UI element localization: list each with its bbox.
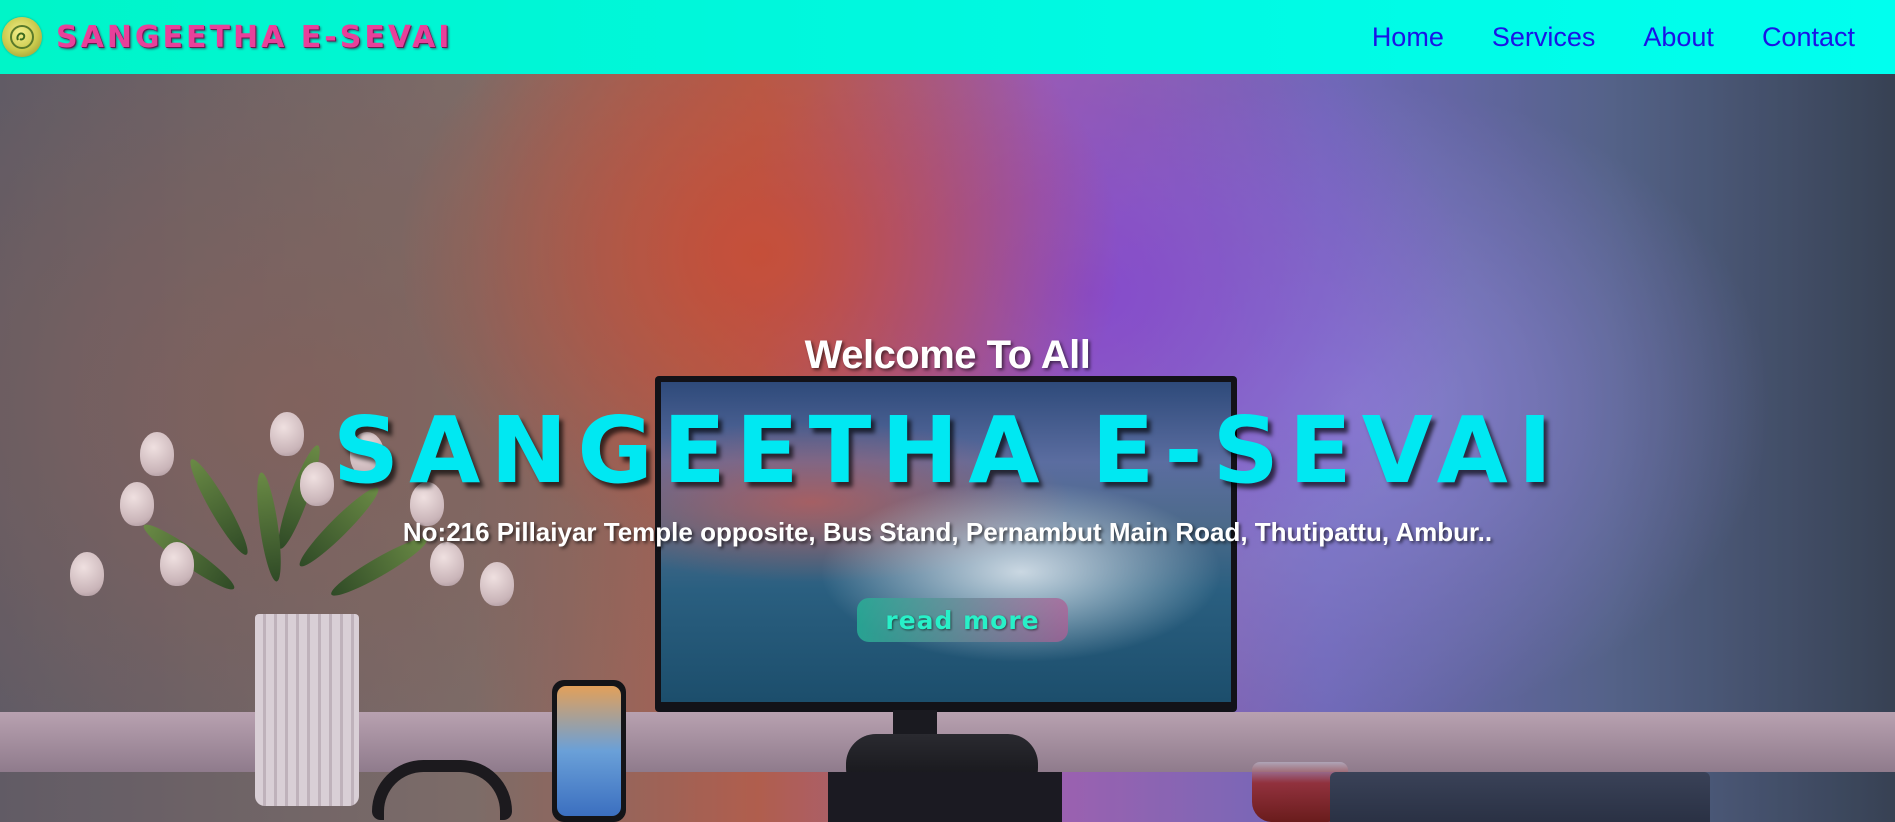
nav-link-contact[interactable]: Contact — [1762, 22, 1855, 53]
nav-link-home[interactable]: Home — [1372, 22, 1444, 53]
laptop — [1330, 772, 1710, 822]
nav-link-services[interactable]: Services — [1492, 22, 1596, 53]
vase — [255, 614, 359, 806]
brand-name: SANGEETHA E-SEVAI — [56, 19, 453, 55]
om-logo-icon — [2, 17, 42, 57]
navbar: SANGEETHA E-SEVAI Home Services About Co… — [0, 0, 1895, 74]
nav-links: Home Services About Contact — [1324, 0, 1855, 74]
read-more-button[interactable]: read more — [857, 598, 1068, 642]
nav-link-about[interactable]: About — [1643, 22, 1714, 53]
headphones — [372, 760, 512, 820]
monitor-stand-base — [828, 772, 1062, 822]
welcome-heading: Welcome To All — [804, 333, 1091, 377]
address-text: No:216 Pillaiyar Temple opposite, Bus St… — [402, 517, 1493, 547]
brand[interactable]: SANGEETHA E-SEVAI — [2, 17, 452, 57]
hero-title: SANGEETHA E-SEVAI — [332, 397, 1563, 504]
smartphone — [552, 680, 626, 822]
